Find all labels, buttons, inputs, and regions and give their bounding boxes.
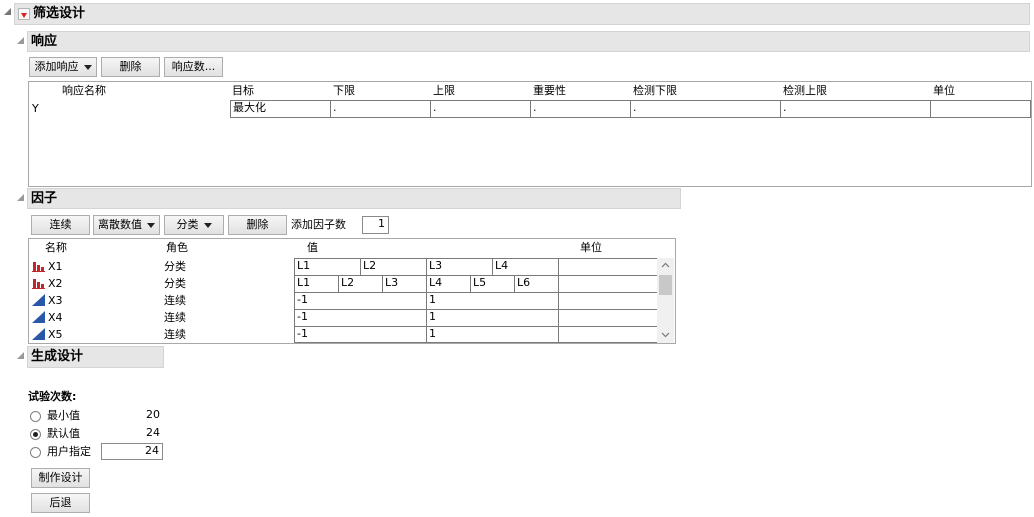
factor-value-cell[interactable]: 1 <box>426 292 559 310</box>
column-header: 单位 <box>580 241 602 254</box>
option-default-label[interactable]: 默认值 <box>47 427 80 441</box>
factor-role[interactable]: 连续 <box>164 294 186 308</box>
factor-value-cell[interactable]: L2 <box>360 258 427 276</box>
outline-collapse-icon[interactable] <box>17 352 24 359</box>
factor-unit-cell[interactable] <box>558 292 658 310</box>
discrete-numeric-button[interactable]: 离散数值 <box>93 215 160 235</box>
make-design-button[interactable]: 制作设计 <box>31 468 90 488</box>
factors-header: 因子 <box>27 188 681 209</box>
runs-label: 试验次数: <box>28 390 77 403</box>
factor-value-cell[interactable]: L4 <box>492 258 559 276</box>
column-header: 值 <box>307 241 318 254</box>
add-factor-count-input[interactable]: 1 <box>362 216 389 234</box>
factor-name[interactable]: X1 <box>48 260 63 274</box>
factors-scrollbar[interactable] <box>657 258 674 343</box>
response-goal-cell[interactable]: 最大化 <box>230 100 331 118</box>
continuous-button[interactable]: 连续 <box>31 215 90 235</box>
delete-response-button[interactable]: 删除 <box>101 57 160 77</box>
factor-name[interactable]: X4 <box>48 311 63 325</box>
factor-value-cell[interactable]: L4 <box>426 275 471 293</box>
response-detect-upper-cell[interactable]: . <box>780 100 931 118</box>
factors-table: 名称 角色 值 单位 X1 分类 L1 L2 L3 L4 X2 分类 L1 L2… <box>28 238 676 344</box>
factor-value-cell[interactable]: -1 <box>294 326 427 343</box>
factor-value-cell[interactable]: 1 <box>426 309 559 327</box>
delete-factor-button[interactable]: 删除 <box>228 215 287 235</box>
factor-value-cell[interactable]: L3 <box>382 275 427 293</box>
response-detect-lower-cell[interactable]: . <box>630 100 781 118</box>
response-importance-cell[interactable]: . <box>530 100 631 118</box>
column-header: 检测下限 <box>633 84 677 97</box>
factor-role[interactable]: 分类 <box>164 277 186 291</box>
option-default-value: 24 <box>146 426 160 439</box>
factor-name[interactable]: X3 <box>48 294 63 308</box>
factor-value-cell[interactable]: L6 <box>514 275 559 293</box>
factor-role[interactable]: 分类 <box>164 260 186 274</box>
responses-table: 响应名称 目标 下限 上限 重要性 检测下限 检测上限 单位 Y 最大化 . .… <box>28 81 1032 187</box>
screening-design-header: 筛选设计 <box>14 3 1030 25</box>
factor-value-cell[interactable]: 1 <box>426 326 559 343</box>
radio-default[interactable] <box>30 429 41 440</box>
chevron-down-icon <box>203 222 212 228</box>
categorical-button[interactable]: 分类 <box>164 215 224 235</box>
factor-name[interactable]: X2 <box>48 277 63 291</box>
outline-collapse-icon[interactable] <box>17 194 24 201</box>
column-header: 角色 <box>166 241 188 254</box>
scroll-down-icon[interactable] <box>661 332 670 338</box>
factors-title: 因子 <box>31 191 58 206</box>
responses-header: 响应 <box>27 31 1030 52</box>
response-name[interactable]: Y <box>32 102 39 116</box>
factor-value-cell[interactable]: L3 <box>426 258 493 276</box>
response-unit-cell[interactable] <box>930 100 1031 118</box>
red-triangle-menu-icon[interactable] <box>18 8 30 20</box>
number-of-responses-button[interactable]: 响应数... <box>164 57 223 77</box>
column-header: 上限 <box>433 84 455 97</box>
continuous-icon <box>32 328 46 340</box>
outline-collapse-icon[interactable] <box>4 8 11 15</box>
factor-role[interactable]: 连续 <box>164 328 186 342</box>
add-response-button[interactable]: 添加响应 <box>29 57 97 77</box>
responses-title: 响应 <box>31 34 58 49</box>
categorical-icon <box>32 277 46 289</box>
factor-name[interactable]: X5 <box>48 328 63 342</box>
option-minimum-label[interactable]: 最小值 <box>47 409 80 423</box>
chevron-down-icon <box>147 222 155 228</box>
scrollbar-thumb[interactable] <box>659 275 672 295</box>
outline-collapse-icon[interactable] <box>17 37 24 44</box>
column-header: 检测上限 <box>783 84 827 97</box>
factor-value-cell[interactable]: -1 <box>294 309 427 327</box>
add-factor-label: 添加因子数 <box>291 218 346 231</box>
scroll-up-icon[interactable] <box>661 262 670 268</box>
chevron-down-icon <box>83 64 92 70</box>
factor-role[interactable]: 连续 <box>164 311 186 325</box>
radio-minimum[interactable] <box>30 411 41 422</box>
column-header: 单位 <box>933 84 955 97</box>
continuous-icon <box>32 294 46 306</box>
factor-value-cell[interactable]: L5 <box>470 275 515 293</box>
factor-unit-cell[interactable] <box>558 258 658 276</box>
option-user-specified-label[interactable]: 用户指定 <box>47 445 91 459</box>
column-header: 目标 <box>232 84 254 97</box>
back-button[interactable]: 后退 <box>31 493 90 513</box>
factor-value-cell[interactable]: L1 <box>294 275 339 293</box>
user-specified-runs-input[interactable]: 24 <box>101 443 163 460</box>
categorical-icon <box>32 260 46 272</box>
radio-user-specified[interactable] <box>30 447 41 458</box>
factor-value-cell[interactable]: -1 <box>294 292 427 310</box>
generate-design-header: 生成设计 <box>27 346 164 368</box>
column-header: 下限 <box>333 84 355 97</box>
generate-design-title: 生成设计 <box>31 349 84 364</box>
factor-value-cell[interactable]: L2 <box>338 275 383 293</box>
response-upper-cell[interactable]: . <box>430 100 531 118</box>
option-minimum-value: 20 <box>146 408 160 421</box>
factor-unit-cell[interactable] <box>558 326 658 343</box>
factor-unit-cell[interactable] <box>558 309 658 327</box>
column-header: 名称 <box>45 241 67 254</box>
page-title: 筛选设计 <box>33 6 86 21</box>
factor-value-cell[interactable]: L1 <box>294 258 361 276</box>
continuous-icon <box>32 311 46 323</box>
column-header: 重要性 <box>533 84 566 97</box>
response-lower-cell[interactable]: . <box>330 100 431 118</box>
factor-unit-cell[interactable] <box>558 275 658 293</box>
column-header: 响应名称 <box>62 84 106 97</box>
